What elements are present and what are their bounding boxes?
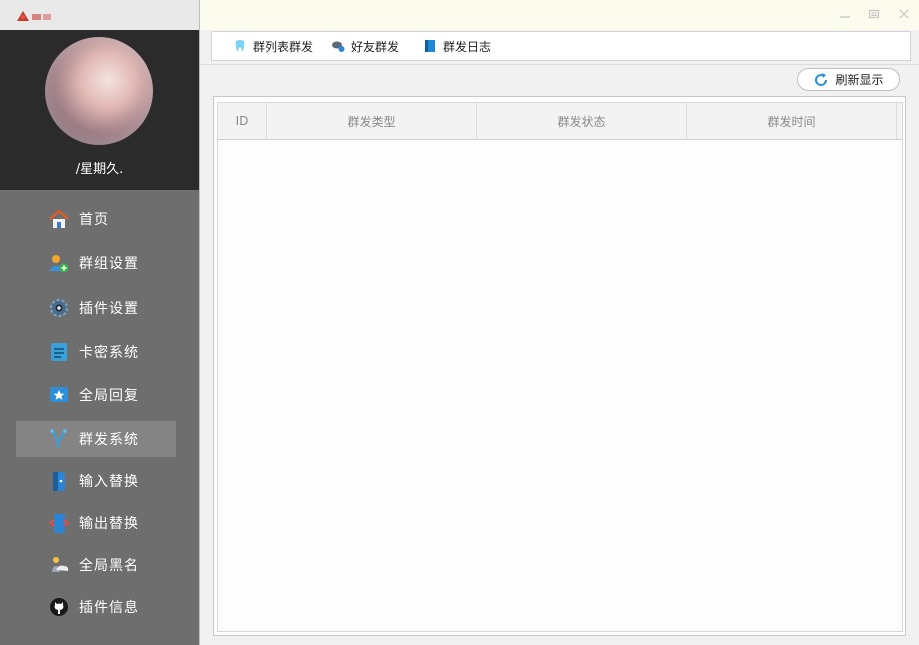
refresh-label: 刷新显示 [835, 73, 884, 87]
broadcast-table[interactable]: ID 群发类型 群发状态 群发时间 [217, 102, 903, 632]
sidebar-item-label: 卡密系统 [79, 345, 139, 361]
output-replace-icon [48, 512, 70, 534]
star-message-icon [48, 384, 70, 406]
close-icon[interactable] [896, 6, 912, 22]
sidebar-item-label: 输出替换 [79, 516, 139, 532]
sidebar-item-global-reply[interactable]: 全局回复 [16, 377, 176, 413]
sidebar-item-label: 全局黑名 [79, 558, 139, 574]
tooth-icon [233, 39, 247, 53]
friends-icon [331, 39, 345, 53]
column-header-id[interactable]: ID [218, 103, 267, 139]
column-header-type[interactable]: 群发类型 [267, 103, 477, 139]
broadcast-table-frame: ID 群发类型 群发状态 群发时间 [213, 96, 906, 636]
sidebar: /星期久. 首页 群组设置 插件设置 卡密系统 全局回复 群发系统 输入替换 输… [0, 0, 199, 645]
sidebar-item-home[interactable]: 首页 [16, 201, 176, 237]
tab-bar: 群列表群发 好友群发 群发日志 [211, 31, 911, 61]
gear-icon [48, 297, 70, 319]
tab-label: 群发日志 [443, 39, 492, 54]
broadcast-icon [48, 428, 70, 450]
sidebar-item-plugin-info[interactable]: 插件信息 [16, 589, 176, 625]
refresh-button[interactable]: 刷新显示 [797, 68, 900, 91]
profile-panel: /星期久. [0, 30, 199, 190]
main-panel: 群列表群发 好友群发 群发日志 刷新显示 ID 群发类型 群发状态 群发时间 [199, 0, 919, 645]
sidebar-titlebar [0, 0, 199, 30]
blacklist-icon [48, 554, 70, 576]
sidebar-item-plugin-settings[interactable]: 插件设置 [16, 290, 176, 326]
book-icon [423, 39, 437, 53]
sidebar-item-input-replace[interactable]: 输入替换 [16, 463, 176, 499]
sidebar-item-group-settings[interactable]: 群组设置 [16, 245, 176, 281]
sidebar-item-label: 插件信息 [79, 600, 139, 616]
table-header: ID 群发类型 群发状态 群发时间 [218, 103, 902, 140]
tab-group-list-broadcast[interactable]: 群列表群发 [233, 32, 313, 60]
home-icon [48, 208, 70, 230]
window-titlebar [200, 0, 919, 30]
sidebar-item-global-blacklist[interactable]: 全局黑名 [16, 547, 176, 583]
tab-label: 好友群发 [351, 39, 400, 54]
input-replace-icon [48, 470, 70, 492]
refresh-icon [813, 72, 829, 88]
toolbar-divider [200, 64, 919, 65]
sidebar-item-broadcast-system[interactable]: 群发系统 [16, 421, 176, 457]
sidebar-item-label: 首页 [79, 212, 109, 228]
sidebar-item-label: 输入替换 [79, 474, 139, 490]
minimize-icon[interactable] [837, 6, 853, 22]
sidebar-item-label: 群组设置 [79, 256, 139, 272]
avatar[interactable] [45, 37, 153, 145]
tab-broadcast-log[interactable]: 群发日志 [423, 32, 491, 60]
github-icon [48, 596, 70, 618]
column-header-time[interactable]: 群发时间 [687, 103, 897, 139]
card-icon [48, 341, 70, 363]
group-add-icon [48, 252, 70, 274]
sidebar-item-label: 插件设置 [79, 301, 139, 317]
sidebar-item-label: 群发系统 [79, 432, 139, 448]
app-logo-icon [17, 11, 51, 21]
maximize-icon[interactable] [866, 6, 882, 22]
tab-friend-broadcast[interactable]: 好友群发 [331, 32, 399, 60]
sidebar-item-label: 全局回复 [79, 388, 139, 404]
sidebar-item-card-system[interactable]: 卡密系统 [16, 334, 176, 370]
sidebar-item-output-replace[interactable]: 输出替换 [16, 505, 176, 541]
tab-label: 群列表群发 [253, 39, 314, 54]
username: /星期久. [75, 162, 124, 177]
column-header-status[interactable]: 群发状态 [477, 103, 687, 139]
